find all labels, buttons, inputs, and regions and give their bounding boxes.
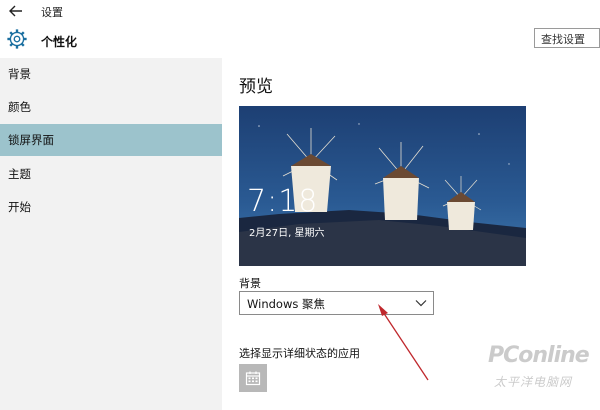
calendar-icon [245,371,261,386]
sidebar: 背景 颜色 锁屏界面 主题 开始 [0,58,222,410]
sidebar-item-label: 开始 [8,200,31,214]
lock-screen-preview: 7:18 2月27日, 星期六 [239,106,526,266]
sidebar-item-label: 锁屏界面 [8,133,54,147]
sidebar-item-background[interactable]: 背景 [0,58,222,90]
back-arrow-icon [9,5,22,17]
watermark-logo: PConline [488,343,590,368]
gear-icon [7,29,27,49]
sidebar-item-label: 背景 [8,67,31,81]
search-input[interactable]: 查找设置 [534,28,600,48]
title-bar: 设置 [0,0,600,22]
detail-status-label: 选择显示详细状态的应用 [239,347,360,360]
chevron-down-icon [415,300,427,307]
section-title: 预览 [239,77,273,97]
background-select-value: Windows 聚焦 [247,297,325,311]
sidebar-item-themes[interactable]: 主题 [0,158,222,190]
watermark: PConline 太平洋电脑网 [488,343,596,405]
sidebar-item-start[interactable]: 开始 [0,191,222,223]
window-title: 设置 [41,6,63,19]
search-placeholder: 查找设置 [541,33,585,46]
lock-screen-time: 7:18 [247,184,319,219]
sidebar-item-lock-screen[interactable]: 锁屏界面 [0,124,222,156]
watermark-subtitle: 太平洋电脑网 [494,375,573,389]
sidebar-item-label: 颜色 [8,100,31,114]
page-header: 个性化 查找设置 [0,22,600,59]
back-button[interactable] [4,2,28,20]
lock-screen-date: 2月27日, 星期六 [249,228,325,239]
background-label: 背景 [239,277,261,290]
sidebar-item-colors[interactable]: 颜色 [0,91,222,123]
page-title: 个性化 [41,35,78,49]
detail-status-app-button[interactable] [239,364,267,392]
background-select[interactable]: Windows 聚焦 [239,291,434,315]
sidebar-item-label: 主题 [8,167,31,181]
